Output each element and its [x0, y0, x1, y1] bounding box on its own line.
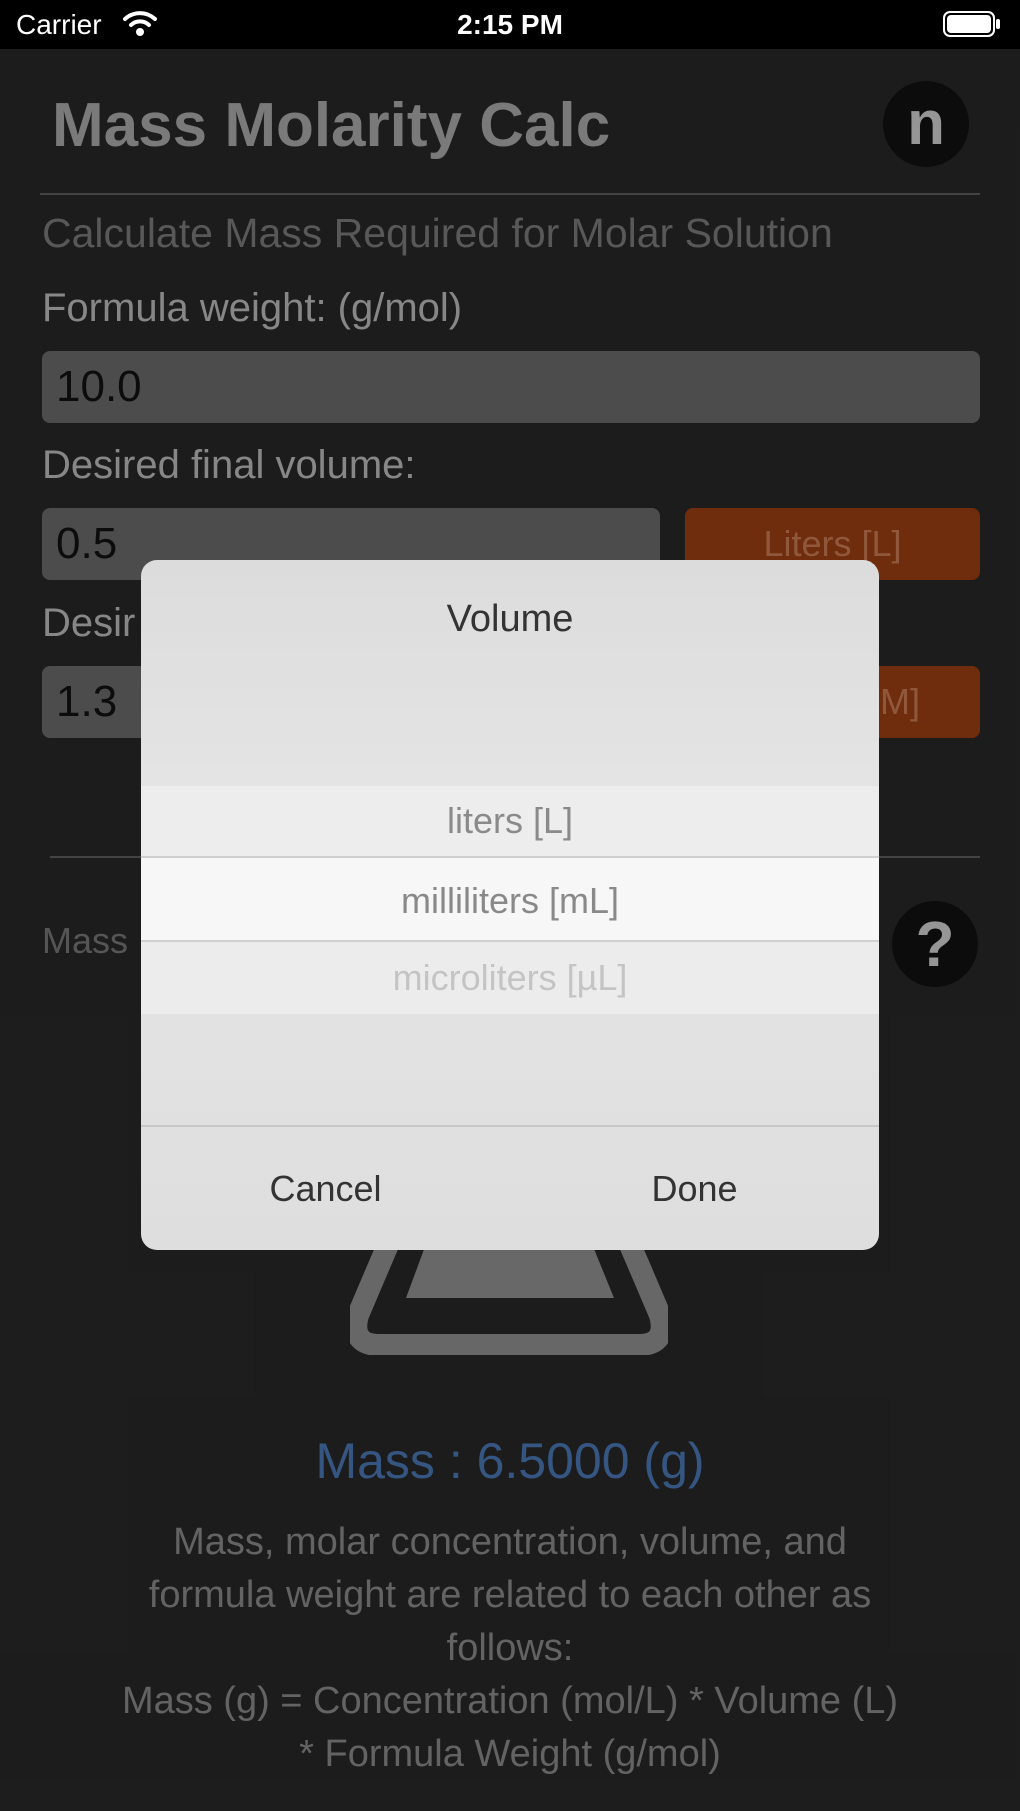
- picker-option-microliters[interactable]: microliters [µL]: [141, 942, 879, 1014]
- clock: 2:15 PM: [457, 9, 563, 40]
- picker-option-liters[interactable]: liters [L]: [141, 786, 879, 856]
- cancel-button[interactable]: Cancel: [141, 1127, 510, 1250]
- picker-option-milliliters[interactable]: milliliters [mL]: [141, 856, 879, 942]
- dialog-title: Volume: [446, 598, 574, 640]
- done-button[interactable]: Done: [510, 1127, 879, 1250]
- unit-picker[interactable]: liters [L] milliliters [mL] microliters …: [141, 786, 879, 1014]
- volume-picker-dialog: Volume liters [L] milliliters [mL] micro…: [141, 560, 879, 1250]
- battery-icon: [943, 11, 1000, 37]
- status-bar: Carrier 2:15 PM: [0, 0, 1020, 49]
